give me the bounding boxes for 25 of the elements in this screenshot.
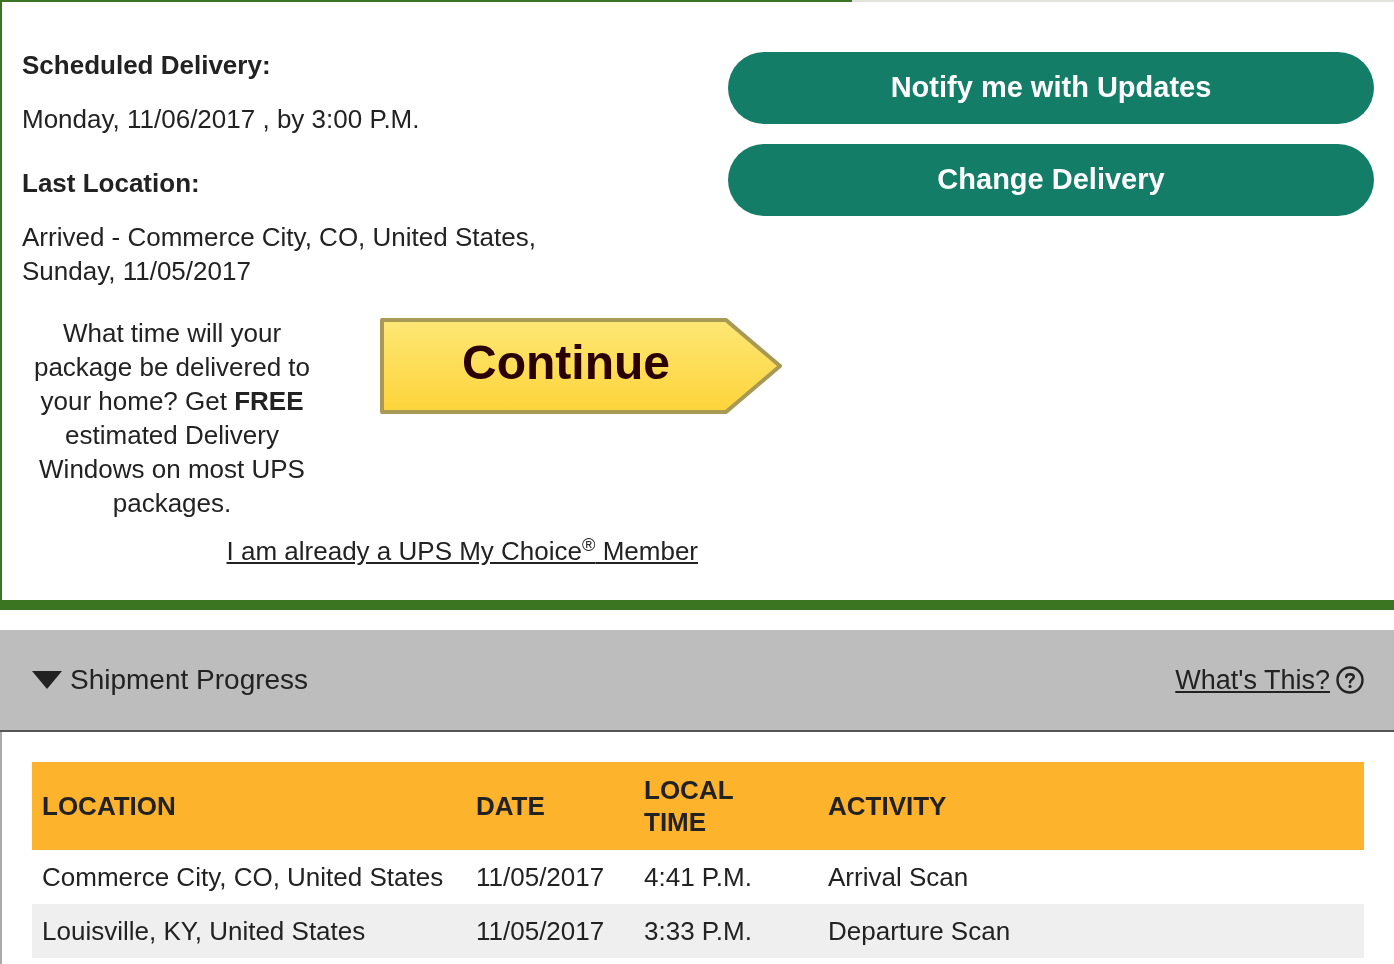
table-cell: 4:41 P.M. — [634, 850, 818, 904]
last-location-value: Arrived - Commerce City, CO, United States, Sunday, 11/05/2017 — [22, 221, 537, 288]
action-button[interactable]: Change Delivery — [728, 144, 1374, 216]
help-circle-icon — [1336, 666, 1364, 694]
help-link[interactable]: What's This? — [1175, 659, 1330, 701]
column-header: DATE — [466, 762, 634, 850]
table-cell: Departure Scan — [818, 904, 1364, 958]
table-cell: Commerce City, CO, United States — [32, 850, 466, 904]
table-cell: 11/05/2017 — [466, 850, 634, 904]
scheduled-delivery-label: Scheduled Delivery: — [22, 49, 272, 82]
collapse-triangle-icon[interactable] — [32, 671, 62, 689]
column-header: LOCAL TIME — [634, 762, 818, 850]
table-cell: 11/05/2017 — [466, 904, 634, 958]
member-link[interactable]: I am already a UPS My Choice$^{®}$ Member — [226, 536, 698, 566]
section-title: Shipment Progress — [70, 663, 309, 697]
continue-button[interactable]: Continue — [378, 316, 784, 416]
column-header: LOCATION — [32, 762, 466, 850]
table-cell: Arrival Scan — [818, 850, 1364, 904]
table-cell: Louisville, KY, United States — [32, 904, 466, 958]
table-cell: 3:33 P.M. — [634, 904, 818, 958]
action-button[interactable]: Notify me with Updates — [728, 52, 1374, 124]
scheduled-delivery-value: Monday, 11/06/2017 , by 3:00 P.M. — [22, 103, 421, 136]
last-location-label: Last Location: — [22, 167, 201, 200]
column-header: ACTIVITY — [818, 762, 1364, 850]
promo-text: What time will your package be delivered to your home? Get FREE estimated Delivery Windows on most UPS packages. — [32, 317, 312, 520]
